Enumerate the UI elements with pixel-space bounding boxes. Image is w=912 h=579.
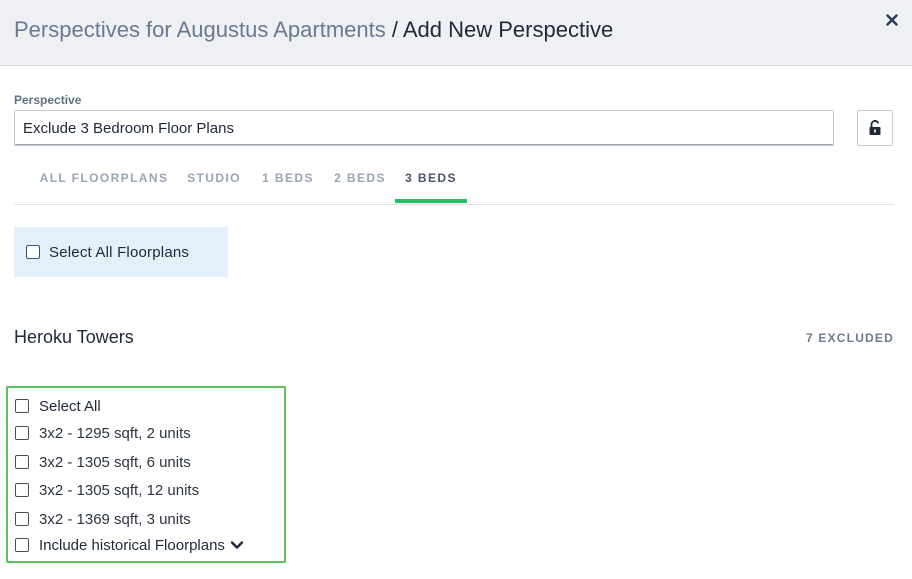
perspective-label: Perspective bbox=[14, 93, 82, 107]
tab-all-floorplans[interactable]: ALL FLOORPLANS bbox=[28, 160, 180, 202]
select-all-row[interactable]: Select All bbox=[15, 396, 101, 416]
floorplan-row[interactable]: 3x2 - 1305 sqft, 12 units bbox=[15, 480, 199, 500]
floorplan-row[interactable]: 3x2 - 1295 sqft, 2 units bbox=[15, 423, 191, 443]
select-all-floorplans-label: Select All Floorplans bbox=[49, 243, 190, 261]
floorplan-label: 3x2 - 1369 sqft, 3 units bbox=[39, 510, 191, 528]
include-historical-row[interactable]: Include historical Floorplans bbox=[15, 535, 244, 555]
include-historical-checkbox[interactable] bbox=[15, 538, 29, 552]
select-all-floorplans-checkbox[interactable] bbox=[26, 245, 40, 259]
bedroom-tabs: ALL FLOORPLANS STUDIO 1 BEDS 2 BEDS 3 BE… bbox=[14, 160, 894, 205]
floorplan-label: 3x2 - 1305 sqft, 6 units bbox=[39, 453, 191, 471]
floorplan-label: 3x2 - 1305 sqft, 12 units bbox=[39, 481, 200, 499]
include-historical-label: Include historical Floorplans bbox=[39, 536, 225, 554]
breadcrumb[interactable]: Perspectives for Augustus Apartments bbox=[14, 17, 386, 42]
property-name: Heroku Towers bbox=[14, 327, 134, 347]
tab-3-beds[interactable]: 3 BEDS bbox=[395, 160, 467, 203]
floorplan-row[interactable]: 3x2 - 1305 sqft, 6 units bbox=[15, 452, 191, 472]
select-all-checkbox[interactable] bbox=[15, 399, 29, 413]
perspective-name-input[interactable] bbox=[14, 110, 834, 146]
floorplan-checkbox[interactable] bbox=[15, 483, 29, 497]
floorplan-checkbox[interactable] bbox=[15, 512, 29, 526]
tab-studio[interactable]: STUDIO bbox=[184, 160, 244, 202]
floorplan-checkbox[interactable] bbox=[15, 426, 29, 440]
chevron-down-icon[interactable] bbox=[230, 540, 244, 550]
excluded-count: 7 EXCLUDED bbox=[805, 331, 894, 345]
floorplan-label: 3x2 - 1295 sqft, 2 units bbox=[39, 424, 191, 442]
tab-1-beds[interactable]: 1 BEDS bbox=[258, 160, 318, 202]
breadcrumb-separator: / bbox=[385, 17, 403, 42]
floorplan-group: Select All 3x2 - 1295 sqft, 2 units 3x2 … bbox=[6, 386, 286, 563]
close-icon bbox=[886, 14, 898, 26]
floorplan-checkbox[interactable] bbox=[15, 455, 29, 469]
floorplan-row[interactable]: 3x2 - 1369 sqft, 3 units bbox=[15, 509, 191, 529]
modal-header: Perspectives for Augustus Apartments / A… bbox=[0, 0, 912, 66]
tab-2-beds[interactable]: 2 BEDS bbox=[330, 160, 390, 202]
page-title: Perspectives for Augustus Apartments / A… bbox=[14, 16, 613, 44]
select-all-floorplans[interactable]: Select All Floorplans bbox=[14, 227, 228, 277]
select-all-label: Select All bbox=[39, 397, 101, 415]
page-title-current: Add New Perspective bbox=[402, 17, 614, 42]
close-button[interactable] bbox=[882, 10, 902, 30]
lock-button[interactable] bbox=[857, 110, 893, 146]
unlock-icon bbox=[869, 120, 881, 135]
